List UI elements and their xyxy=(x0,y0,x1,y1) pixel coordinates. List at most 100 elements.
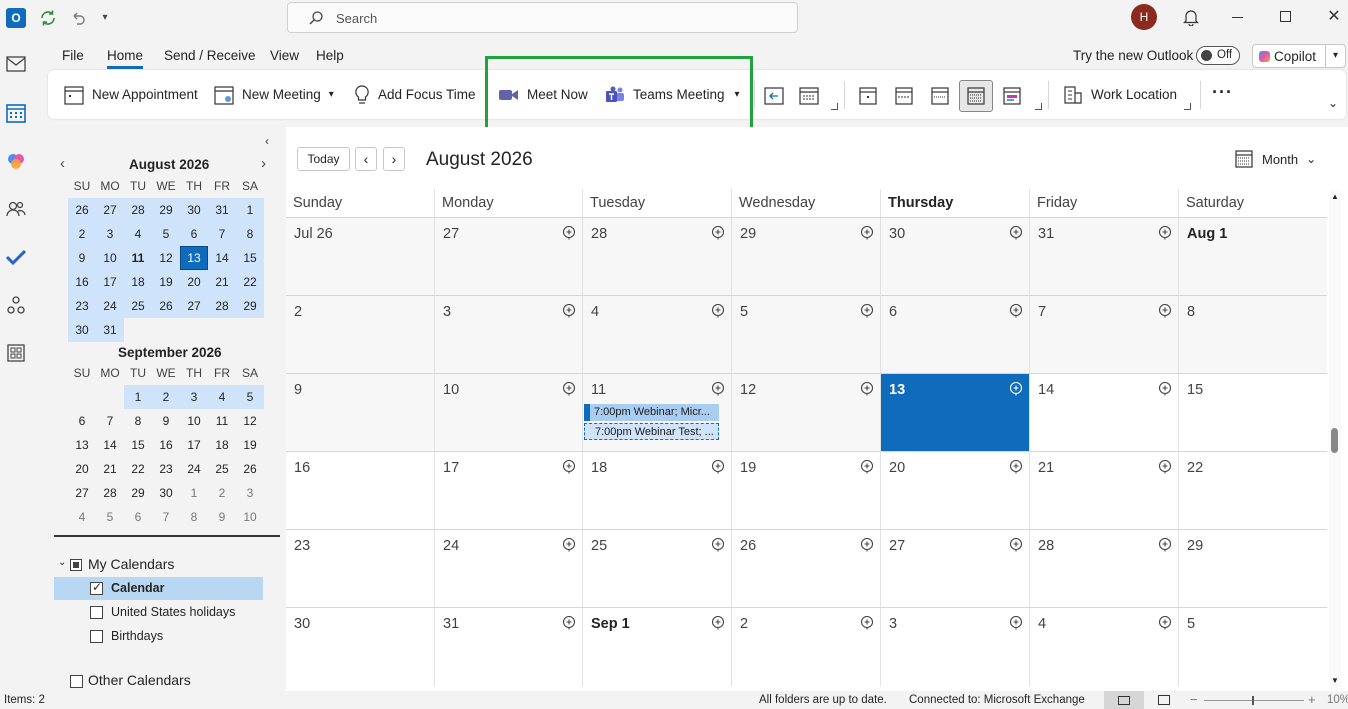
calendar-day-cell[interactable]: 10 xyxy=(434,373,582,451)
minical-day[interactable]: 31 xyxy=(96,318,124,342)
week-view-icon[interactable] xyxy=(923,80,957,112)
next-month-icon[interactable]: › xyxy=(261,155,266,172)
calendar-item-calendar[interactable]: ✓ Calendar xyxy=(90,580,165,595)
minical-day[interactable]: 17 xyxy=(180,433,208,457)
calendar-day-cell[interactable]: 9 xyxy=(286,373,434,451)
prev-button[interactable]: ‹ xyxy=(355,147,377,171)
minical-day[interactable]: 11 xyxy=(208,409,236,433)
tab-send-receive[interactable]: Send / Receive xyxy=(164,48,256,63)
minical-day[interactable]: 24 xyxy=(180,457,208,481)
add-event-icon[interactable] xyxy=(711,616,725,630)
calendar-day-cell[interactable]: 27 xyxy=(434,217,582,295)
minical-day[interactable]: 20 xyxy=(68,457,96,481)
minical-day[interactable]: 28 xyxy=(96,481,124,505)
add-event-icon[interactable] xyxy=(1009,460,1023,474)
minical-day[interactable]: 31 xyxy=(208,198,236,222)
minical-day[interactable]: 19 xyxy=(152,270,180,294)
other-calendars-checkbox[interactable] xyxy=(70,675,83,688)
tab-help[interactable]: Help xyxy=(316,48,344,63)
minical-day[interactable]: 6 xyxy=(68,409,96,433)
minical-day[interactable]: 10 xyxy=(96,246,124,270)
calendar-day-cell[interactable]: Sep 1 xyxy=(582,607,731,686)
minical-day[interactable]: 11 xyxy=(124,246,152,270)
minical-day[interactable]: 27 xyxy=(180,294,208,318)
zoom-slider-thumb[interactable] xyxy=(1252,696,1254,705)
calendar-day-cell[interactable]: 5 xyxy=(1178,607,1327,686)
add-event-icon[interactable] xyxy=(562,382,576,396)
minical-day[interactable]: 3 xyxy=(236,481,264,505)
minical-day[interactable]: 15 xyxy=(236,246,264,270)
add-event-icon[interactable] xyxy=(562,538,576,552)
add-event-icon[interactable] xyxy=(860,538,874,552)
copilot-button[interactable]: Copilot ▾ xyxy=(1252,44,1346,68)
scrollbar[interactable]: ▲ ▼ xyxy=(1329,190,1341,688)
minical-day[interactable]: 5 xyxy=(96,505,124,529)
minical-day[interactable]: 28 xyxy=(208,294,236,318)
calendar-day-cell[interactable]: 5 xyxy=(731,295,880,373)
add-event-icon[interactable] xyxy=(562,304,576,318)
tab-file[interactable]: File xyxy=(62,48,84,63)
calendar-day-cell[interactable]: 31 xyxy=(434,607,582,686)
add-event-icon[interactable] xyxy=(1158,304,1172,318)
birthdays-checkbox[interactable] xyxy=(90,629,103,643)
minical-day[interactable]: 26 xyxy=(152,294,180,318)
minical-day[interactable]: 3 xyxy=(96,222,124,246)
minical-day[interactable]: 29 xyxy=(152,198,180,222)
calendar-day-cell[interactable]: 8 xyxy=(1178,295,1327,373)
calendar-day-cell[interactable]: 26 xyxy=(731,529,880,607)
month-view-icon[interactable] xyxy=(959,80,993,112)
add-event-icon[interactable] xyxy=(860,382,874,396)
add-event-icon[interactable] xyxy=(711,538,725,552)
calendar-day-cell[interactable]: Aug 1 xyxy=(1178,217,1327,295)
event-item[interactable]: 7:00pm Webinar; Micr... xyxy=(584,404,719,421)
add-event-icon[interactable] xyxy=(1158,382,1172,396)
minical-day[interactable]: 5 xyxy=(236,385,264,409)
minical-day[interactable]: 23 xyxy=(152,457,180,481)
add-event-icon[interactable] xyxy=(1158,460,1172,474)
add-event-icon[interactable] xyxy=(860,616,874,630)
minical-day[interactable]: 7 xyxy=(152,505,180,529)
minical-day[interactable]: 22 xyxy=(124,457,152,481)
minical-day[interactable]: 8 xyxy=(236,222,264,246)
minical-day[interactable]: 9 xyxy=(152,409,180,433)
minical-day[interactable]: 30 xyxy=(180,198,208,222)
add-focus-time-button[interactable]: Add Focus Time xyxy=(354,70,476,119)
minical-day[interactable]: 7 xyxy=(96,409,124,433)
minical-day[interactable]: 6 xyxy=(124,505,152,529)
minical-day[interactable]: 25 xyxy=(124,294,152,318)
minical-day[interactable]: 8 xyxy=(124,409,152,433)
calendar-item-holidays[interactable]: United States holidays xyxy=(90,605,235,619)
calendar-day-cell[interactable]: 22 xyxy=(1178,451,1327,529)
prev-month-icon[interactable]: ‹ xyxy=(60,155,65,172)
minical-day[interactable]: 14 xyxy=(208,246,236,270)
minical-day[interactable]: 16 xyxy=(68,270,96,294)
minical-day[interactable]: 9 xyxy=(68,246,96,270)
minical-day[interactable]: 15 xyxy=(124,433,152,457)
restore-icon[interactable] xyxy=(1280,11,1291,22)
calendar-day-cell[interactable]: 19 xyxy=(731,451,880,529)
dialog-launcher-icon[interactable] xyxy=(1035,103,1042,110)
minical-day[interactable]: 10 xyxy=(236,505,264,529)
minical-day[interactable]: 18 xyxy=(208,433,236,457)
chevron-down-icon[interactable]: ⌄ xyxy=(58,557,66,568)
minical-day[interactable]: 4 xyxy=(124,222,152,246)
add-event-icon[interactable] xyxy=(1158,616,1172,630)
new-appointment-button[interactable]: New Appointment xyxy=(64,70,198,119)
calendar-day-cell[interactable]: 16 xyxy=(286,451,434,529)
next-7-days-icon[interactable] xyxy=(792,80,826,112)
minical-day[interactable]: 4 xyxy=(208,385,236,409)
minical-day[interactable]: 10 xyxy=(180,409,208,433)
scroll-thumb[interactable] xyxy=(1331,428,1338,453)
minical-day[interactable]: 29 xyxy=(236,294,264,318)
calendar-day-cell[interactable]: 4 xyxy=(1029,607,1178,686)
minical-day[interactable]: 17 xyxy=(96,270,124,294)
search-box[interactable]: Search xyxy=(287,2,798,33)
minical-day[interactable]: 23 xyxy=(68,294,96,318)
add-event-icon[interactable] xyxy=(711,226,725,240)
calendar-day-cell[interactable]: 2 xyxy=(286,295,434,373)
schedule-view-icon[interactable] xyxy=(995,80,1029,112)
new-outlook-toggle[interactable]: Off xyxy=(1196,46,1240,65)
minical-day[interactable]: 28 xyxy=(124,198,152,222)
dialog-launcher-icon[interactable] xyxy=(1184,103,1191,110)
calendar-icon[interactable] xyxy=(4,101,28,125)
